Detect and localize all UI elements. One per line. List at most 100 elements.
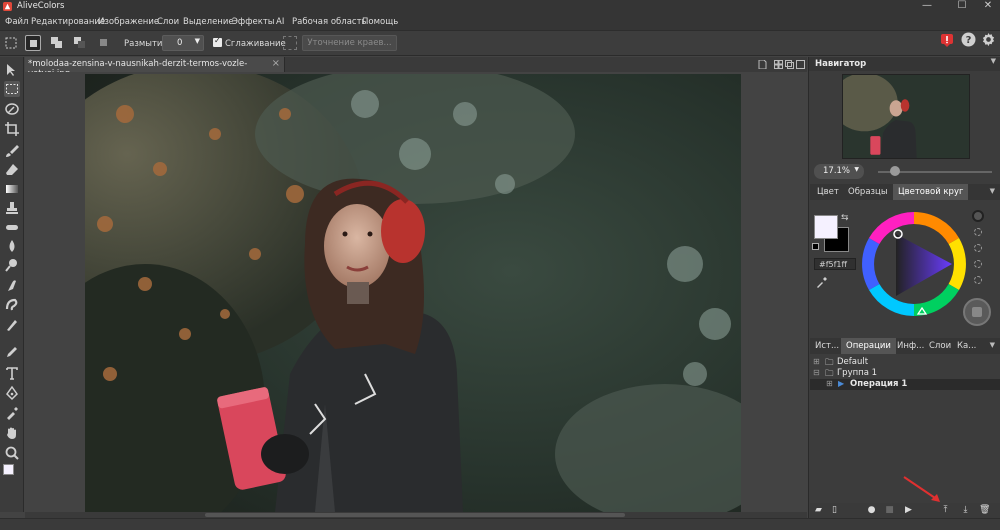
zoom-tool[interactable] [4,445,20,461]
menu-ai[interactable]: AI [276,17,284,27]
tile-windows-icon[interactable] [774,60,783,69]
document-tab[interactable]: *molodaa-zensina-v-nausnikah-derzit-term… [25,57,285,79]
tab-channels[interactable]: Ка... [952,338,981,354]
expand-icon[interactable]: ⊞ [813,357,820,366]
rect-selection-tool[interactable] [4,81,20,97]
refine-edge-icon[interactable] [283,36,297,50]
tab-history[interactable]: Ист... [810,338,844,354]
single-window-icon[interactable] [796,60,805,69]
play-icon[interactable]: ▶ [903,505,914,516]
gradient-tool[interactable] [4,181,20,197]
reset-colors-icon[interactable] [812,243,819,250]
chevron-down-icon: ▼ [854,166,859,173]
harmony-option-icon[interactable] [974,260,982,268]
eraser-tool[interactable] [4,162,20,178]
navigator-header: Навигатор ▼ [809,57,1000,71]
subtract-selection-button[interactable] [72,35,88,51]
eyedropper-tool[interactable] [4,405,20,421]
tab-swatches[interactable]: Образцы [843,184,893,200]
close-button[interactable]: ✕ [978,0,998,13]
menu-selection[interactable]: Выделение [183,17,234,27]
color-wheel[interactable] [862,212,966,316]
image-canvas[interactable] [85,74,741,512]
menu-image[interactable]: Изображение [98,17,159,27]
photo-woman-with-thermos [85,74,741,512]
menu-effects[interactable]: Эффекты [232,17,275,27]
harmony-option-icon[interactable] [974,276,982,284]
hand-tool[interactable] [4,425,20,441]
tab-operations[interactable]: Операции [841,338,896,354]
dodge-icon [5,259,17,272]
tree-item-default[interactable]: ⊞ 🗀 Default [810,357,1000,368]
zoom-slider-knob[interactable] [890,166,900,176]
stamp-icon [6,202,18,214]
brush-tool[interactable] [4,143,20,159]
new-operation-icon[interactable]: ▯ [829,505,840,516]
text-tool[interactable] [4,365,20,381]
harmony-mode-icon[interactable] [972,210,984,222]
tab-color-wheel[interactable]: Цветовой круг [893,184,969,200]
stamp-tool[interactable] [4,200,20,216]
maximize-button[interactable]: ☐ [952,0,972,13]
eyedropper-icon[interactable] [816,276,828,288]
color-picker-button[interactable] [963,298,991,326]
operations-footer: ▰ ▯ ● ■ ▶ ⤒ ⤓ 🗑 [810,503,1000,518]
intersect-selection-button[interactable] [96,35,112,51]
close-tab-icon[interactable]: × [272,58,280,69]
smoothing-checkbox[interactable]: ✓ [213,36,222,47]
harmony-option-icon[interactable] [974,228,982,236]
help-icon[interactable]: ? [961,32,976,47]
smudge-tool[interactable] [4,277,20,293]
alert-icon[interactable] [940,33,954,47]
stop-icon[interactable]: ■ [884,505,895,516]
blur-tool[interactable] [4,238,20,254]
new-document-icon[interactable] [758,60,767,69]
trash-icon[interactable]: 🗑 [979,505,990,516]
refine-edge-button[interactable]: Уточнение краев... [302,35,397,51]
foreground-color-swatch[interactable] [3,464,14,475]
new-selection-button[interactable] [25,35,41,51]
blur-dropdown[interactable]: 0 ▼ [162,35,204,51]
panel-menu-icon[interactable]: ▼ [990,187,995,195]
minimize-button[interactable]: — [917,0,937,13]
panel-menu-icon[interactable]: ▼ [991,57,996,65]
tree-item-operation-1[interactable]: ⊞ ▶ Операция 1 [810,379,1000,390]
zoom-dropdown[interactable]: 17.1% ▼ [814,164,864,179]
gear-icon[interactable] [981,32,996,47]
healing-tool[interactable] [4,219,20,235]
expand-icon[interactable]: ⊞ [826,379,833,388]
liquify-tool[interactable] [4,297,20,313]
menu-layers[interactable]: Слои [157,17,179,27]
tab-color[interactable]: Цвет [812,184,844,200]
pencil-tool[interactable] [4,344,20,360]
dodge-tool[interactable] [4,257,20,273]
import-icon[interactable]: ⤓ [960,505,971,516]
magic-wand-tool[interactable] [4,101,20,117]
add-selection-button[interactable] [49,35,65,51]
move-tool[interactable] [4,62,20,78]
harmony-option-icon[interactable] [974,244,982,252]
menu-file[interactable]: Файл [5,17,28,27]
new-folder-icon[interactable]: ▰ [813,505,824,516]
tree-item-label: Группа 1 [837,368,878,378]
panel-menu-icon[interactable]: ▼ [990,341,995,349]
menu-workspace[interactable]: Рабочая область [292,17,367,27]
crop-tool[interactable] [4,121,20,137]
cascade-windows-icon[interactable] [785,60,794,69]
export-icon[interactable]: ⤒ [940,505,951,516]
collapse-icon[interactable]: ⊟ [813,368,820,377]
swap-colors-icon[interactable]: ⇆ [841,213,849,223]
scrollbar-thumb[interactable] [205,513,625,517]
record-icon[interactable]: ● [866,505,877,516]
foreground-color-swatch[interactable] [814,215,838,239]
pen-tool[interactable] [4,385,20,401]
app-title: AliveColors [17,1,65,11]
tree-item-group-1[interactable]: ⊟ 🗀 Группа 1 [810,368,1000,379]
hex-color-input[interactable]: #f5f1ff [814,258,856,270]
drop-icon [9,240,15,252]
menu-edit[interactable]: Редактирование [31,17,105,27]
sharpen-tool[interactable] [4,317,20,333]
selection-mode-icon[interactable] [5,37,17,49]
navigator-thumbnail[interactable] [842,74,970,159]
menu-help[interactable]: Помощь [362,17,398,27]
